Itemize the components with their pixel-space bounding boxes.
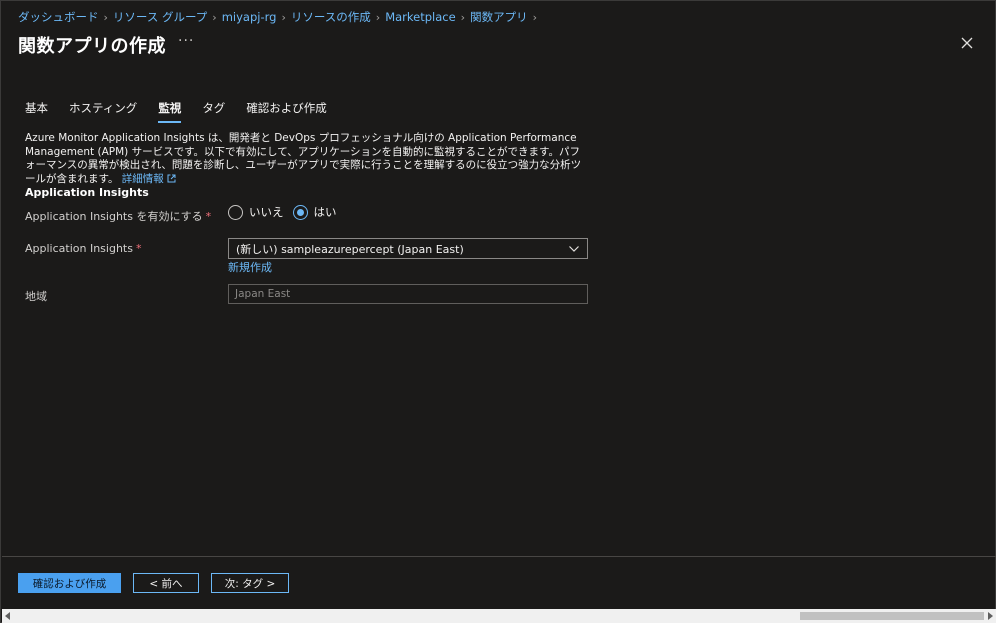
radio-option-yes[interactable]: はい	[292, 204, 337, 220]
scroll-left-arrow-icon[interactable]	[5, 612, 10, 620]
tab-basics[interactable]: 基本	[25, 100, 48, 123]
breadcrumb-item-function-app[interactable]: 関数アプリ	[470, 9, 528, 25]
scrollbar-thumb[interactable]	[800, 612, 984, 620]
tab-hosting[interactable]: ホスティング	[69, 100, 137, 123]
insights-resource-dropdown[interactable]: (新しい) sampleazurepercept (Japan East)	[228, 238, 588, 259]
close-icon[interactable]	[957, 33, 977, 53]
learn-more-link[interactable]: 詳細情報	[122, 173, 176, 185]
tab-bar: 基本 ホスティング 監視 タグ 確認および作成	[25, 100, 348, 123]
breadcrumb-item-dashboard[interactable]: ダッシュボード	[18, 9, 99, 25]
tab-tags[interactable]: タグ	[202, 100, 225, 123]
insights-resource-label-text: Application Insights	[25, 242, 133, 255]
insights-resource-label: Application Insights *	[25, 242, 141, 255]
breadcrumb-item-resource-groups[interactable]: リソース グループ	[113, 9, 207, 25]
region-value: Japan East	[235, 288, 291, 300]
region-field: Japan East	[228, 284, 588, 304]
breadcrumb-item-marketplace[interactable]: Marketplace	[385, 10, 455, 24]
insights-resource-value: (新しい) sampleazurepercept (Japan East)	[236, 242, 464, 256]
region-label: 地域	[25, 290, 47, 303]
chevron-right-icon: ›	[532, 10, 537, 24]
chevron-right-icon: ›	[281, 10, 286, 24]
review-create-button[interactable]: 確認および作成	[18, 573, 121, 593]
app-window: ダッシュボード › リソース グループ › miyapj-rg › リソースの作…	[0, 0, 996, 623]
breadcrumb-item-create-resource[interactable]: リソースの作成	[291, 9, 371, 25]
chevron-right-icon: ›	[375, 10, 381, 24]
tab-review-create[interactable]: 確認および作成	[246, 100, 327, 123]
radio-label-yes: はい	[313, 205, 337, 219]
monitoring-description: Azure Monitor Application Insights は、開発者…	[25, 132, 585, 187]
required-marker: *	[205, 210, 212, 223]
chevron-right-icon: ›	[103, 10, 108, 24]
more-options-icon[interactable]: ···	[178, 33, 194, 49]
previous-button[interactable]: < 前へ	[133, 573, 199, 593]
breadcrumb: ダッシュボード › リソース グループ › miyapj-rg › リソースの作…	[18, 9, 542, 25]
enable-insights-radio-group: いいえ はい	[228, 204, 346, 220]
required-marker: *	[135, 242, 142, 255]
radio-button-yes[interactable]	[292, 204, 308, 220]
page-title: 関数アプリの作成	[18, 36, 166, 57]
external-link-icon	[167, 174, 176, 188]
radio-button-no[interactable]	[228, 204, 243, 220]
footer-divider	[2, 556, 996, 557]
description-text: Azure Monitor Application Insights は、開発者…	[25, 132, 582, 185]
chevron-down-icon	[568, 243, 580, 258]
enable-insights-label: Application Insights を有効にする *	[25, 208, 211, 224]
horizontal-scrollbar[interactable]	[2, 609, 996, 623]
scroll-right-arrow-icon[interactable]	[988, 612, 993, 620]
learn-more-label: 詳細情報	[121, 172, 164, 185]
radio-label-no: いいえ	[249, 205, 284, 219]
create-new-link[interactable]: 新規作成	[228, 259, 272, 275]
section-title-application-insights: Application Insights	[25, 186, 149, 199]
chevron-right-icon: ›	[212, 10, 217, 24]
chevron-right-icon: ›	[460, 10, 466, 24]
radio-option-no[interactable]: いいえ	[228, 204, 284, 220]
enable-insights-label-text: Application Insights を有効にする	[25, 210, 203, 223]
next-tags-button[interactable]: 次: タグ >	[211, 573, 289, 593]
tab-monitoring[interactable]: 監視	[158, 100, 182, 123]
breadcrumb-item-resource-group[interactable]: miyapj-rg	[222, 10, 277, 24]
